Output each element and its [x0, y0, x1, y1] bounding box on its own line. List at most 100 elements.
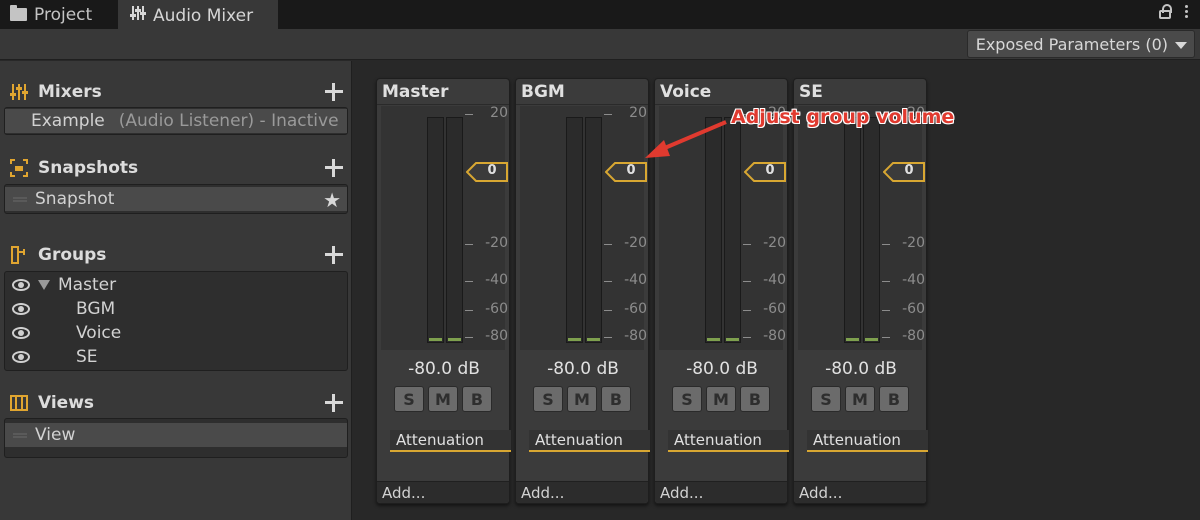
add-mixer-button[interactable]	[322, 80, 346, 104]
mixers-list: Example (Audio Listener) - Inactive	[4, 107, 348, 135]
level-meter-left	[844, 117, 861, 343]
mixer-sidebar: Mixers Example (Audio Listener) - Inacti…	[0, 61, 352, 520]
group-item-voice[interactable]: Voice	[5, 321, 347, 345]
scale-label: -40	[902, 272, 925, 288]
scale-label: -20	[763, 235, 786, 251]
strip-name[interactable]: Master	[377, 79, 509, 105]
level-meter-left	[427, 117, 444, 343]
effect-attenuation[interactable]: Attenuation	[668, 430, 789, 452]
scale-label: 20	[490, 105, 508, 121]
star-icon[interactable]: ★	[323, 188, 341, 212]
snapshot-item[interactable]: Snapshot ★	[5, 187, 347, 212]
mixer-toolbar: Exposed Parameters (0)	[0, 29, 1200, 60]
mute-button[interactable]: M	[706, 386, 736, 412]
mute-button[interactable]: M	[845, 386, 875, 412]
scale-label: -40	[485, 272, 508, 288]
solo-button[interactable]: S	[811, 386, 841, 412]
bypass-button[interactable]: B	[740, 386, 770, 412]
tab-audio-mixer[interactable]: Audio Mixer	[118, 0, 278, 29]
mute-button[interactable]: M	[428, 386, 458, 412]
snapshots-header: Snapshots	[10, 156, 346, 180]
bypass-button[interactable]: B	[462, 386, 492, 412]
meter-level	[429, 338, 442, 341]
sliders-icon	[130, 5, 146, 26]
group-item-master[interactable]: Master	[5, 273, 347, 297]
strip-name[interactable]: SE	[794, 79, 926, 105]
scale-label: -80	[902, 328, 925, 344]
add-effect-button[interactable]: Add...	[377, 481, 509, 503]
volume-fader-handle[interactable]: 0	[883, 162, 925, 182]
view-item[interactable]: View	[5, 423, 347, 447]
drag-handle-icon[interactable]	[13, 432, 27, 438]
exposed-parameters-dropdown[interactable]: Exposed Parameters (0)	[966, 30, 1195, 58]
scale-label: -20	[485, 235, 508, 251]
volume-fader-handle[interactable]: 0	[605, 162, 647, 182]
snapshots-list: Snapshot ★	[4, 184, 348, 214]
eye-icon[interactable]	[12, 279, 30, 291]
group-item-bgm[interactable]: BGM	[5, 297, 347, 321]
add-effect-button[interactable]: Add...	[516, 481, 648, 503]
annotation-label: Adjust group volume	[731, 106, 955, 128]
fader-value: 0	[487, 163, 497, 178]
add-snapshot-button[interactable]	[322, 156, 346, 180]
eye-icon[interactable]	[12, 327, 30, 339]
level-db-readout: -80.0 dB	[408, 359, 480, 379]
mute-button[interactable]: M	[567, 386, 597, 412]
volume-fader-handle[interactable]: 0	[744, 162, 786, 182]
solo-button[interactable]: S	[394, 386, 424, 412]
strip-name[interactable]: BGM	[516, 79, 648, 105]
eye-icon[interactable]	[12, 351, 30, 363]
add-group-button[interactable]	[322, 243, 346, 267]
group-name: Voice	[76, 323, 122, 343]
meter-level	[707, 338, 720, 341]
groups-icon	[10, 246, 28, 264]
group-name: SE	[76, 347, 98, 367]
scale-label: -60	[485, 301, 508, 317]
strip-name[interactable]: Voice	[655, 79, 787, 105]
scale-label: -60	[763, 301, 786, 317]
views-header: Views	[10, 391, 346, 415]
bypass-button[interactable]: B	[601, 386, 631, 412]
volume-fader-handle[interactable]: 0	[466, 162, 508, 182]
channel-strip-master: Master 20 -20 -40 -60 -80 0 -80.0 dB S M B At…	[376, 78, 511, 504]
mixer-detail: (Audio Listener) - Inactive	[118, 111, 339, 131]
lock-icon[interactable]	[1159, 4, 1172, 19]
scale-label: -20	[624, 235, 647, 251]
collapse-triangle-icon[interactable]	[38, 280, 50, 290]
snapshot-camera-icon	[10, 159, 28, 177]
fader-value: 0	[626, 163, 636, 178]
meter-level	[726, 338, 739, 341]
scale-label: -60	[902, 301, 925, 317]
eye-icon[interactable]	[12, 303, 30, 315]
bypass-button[interactable]: B	[879, 386, 909, 412]
solo-button[interactable]: S	[672, 386, 702, 412]
fader-value: 0	[765, 163, 775, 178]
effect-attenuation[interactable]: Attenuation	[807, 430, 928, 452]
fader-value: 0	[904, 163, 914, 178]
effect-attenuation[interactable]: Attenuation	[529, 430, 650, 452]
tab-bar: Project Audio Mixer	[0, 0, 1200, 29]
scale-label: -40	[624, 272, 647, 288]
group-item-se[interactable]: SE	[5, 345, 347, 369]
add-effect-button[interactable]: Add...	[655, 481, 787, 503]
effect-attenuation[interactable]: Attenuation	[390, 430, 511, 452]
tab-audio-mixer-label: Audio Mixer	[153, 5, 254, 26]
level-meter-right	[724, 117, 741, 343]
level-meter-right	[863, 117, 880, 343]
scale-label: -60	[624, 301, 647, 317]
more-options-icon[interactable]	[1185, 5, 1188, 18]
views-title: Views	[38, 393, 95, 413]
add-effect-button[interactable]: Add...	[794, 481, 926, 503]
mixer-item[interactable]: Example (Audio Listener) - Inactive	[5, 109, 347, 133]
mixers-title: Mixers	[38, 82, 102, 102]
solo-button[interactable]: S	[533, 386, 563, 412]
channel-strip-bgm: BGM 20 -20 -40 -60 -80 0 -80.0 dB S M B Atten…	[515, 78, 650, 504]
add-view-button[interactable]	[322, 391, 346, 415]
groups-list: Master BGM Voice SE	[4, 271, 348, 371]
drag-handle-icon[interactable]	[13, 196, 27, 202]
meter-level	[865, 338, 878, 341]
tab-project[interactable]: Project	[10, 0, 92, 29]
mixer-strips-area: Master 20 -20 -40 -60 -80 0 -80.0 dB S M B At…	[353, 61, 1200, 520]
meter-level	[587, 338, 600, 341]
meter-level	[846, 338, 859, 341]
